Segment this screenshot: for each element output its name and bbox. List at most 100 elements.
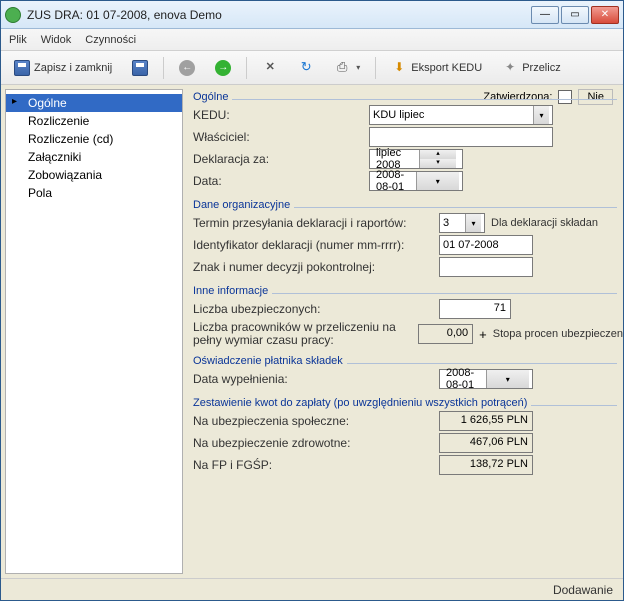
date-value: 2008-08-01: [373, 169, 416, 193]
liczba-ub-label: Liczba ubezpieczonych:: [193, 302, 433, 316]
ident-label: Identyfikator deklaracji (numer mm-rrrr)…: [193, 238, 433, 252]
data-wyp-value: 2008-08-01: [443, 367, 486, 391]
nav-label: Zobowiązania: [28, 168, 102, 182]
spin-down-icon[interactable]: ▾: [419, 159, 456, 168]
print-button[interactable]: ▾: [327, 56, 367, 80]
back-icon: [179, 60, 195, 76]
liczba-prac-note: Stopa procen ubezpieczen: [493, 328, 623, 340]
owner-field: [369, 127, 553, 147]
decl-for-field[interactable]: lipiec 2008 ▴▾: [369, 149, 463, 169]
ident-field[interactable]: [439, 235, 533, 255]
nav-label: Rozliczenie (cd): [28, 132, 113, 146]
separator: [246, 57, 247, 79]
date-field[interactable]: 2008-08-01 ▾: [369, 171, 463, 191]
calc-icon: [502, 60, 518, 76]
statusbar: Dodawanie: [1, 578, 623, 600]
na-fp-value: 138,72 PLN: [439, 455, 533, 475]
close-button[interactable]: ✕: [591, 6, 619, 24]
znak-label: Znak i numer decyzji pokontrolnej:: [193, 260, 433, 274]
liczba-prac-value: 0,00: [418, 324, 474, 344]
group-general: Ogólne: [193, 91, 232, 103]
znak-field[interactable]: [439, 257, 533, 277]
minimize-button[interactable]: —: [531, 6, 559, 24]
nav-item-ogolne[interactable]: ▸ Ogólne: [6, 94, 182, 112]
nav-item-zobowiazania[interactable]: Zobowiązania: [6, 166, 182, 184]
window-title: ZUS DRA: 01 07-2008, enova Demo: [27, 8, 531, 22]
titlebar: ZUS DRA: 01 07-2008, enova Demo — ▭ ✕: [1, 1, 623, 29]
data-wyp-field[interactable]: 2008-08-01 ▾: [439, 369, 533, 389]
nav-label: Pola: [28, 186, 52, 200]
menu-file[interactable]: Plik: [9, 34, 27, 46]
save-button[interactable]: [125, 56, 155, 80]
save-icon: [14, 60, 30, 76]
nav-item-rozliczenie-cd[interactable]: Rozliczenie (cd): [6, 130, 182, 148]
nav-tree[interactable]: ▸ Ogólne Rozliczenie Rozliczenie (cd) Za…: [5, 89, 183, 574]
separator: [375, 57, 376, 79]
menu-view[interactable]: Widok: [41, 34, 72, 46]
nav-label: Ogólne: [28, 96, 67, 110]
export-icon: [391, 60, 407, 76]
chevron-down-icon: ▾: [533, 106, 549, 124]
decl-for-value: lipiec 2008: [373, 147, 416, 171]
recalc-button[interactable]: Przelicz: [495, 56, 568, 80]
owner-label: Właściciel:: [193, 130, 363, 144]
save-close-label: Zapisz i zamknij: [34, 62, 112, 74]
kedu-value: KDU lipiec: [373, 109, 424, 121]
chevron-down-icon: ▾: [486, 370, 530, 388]
nav-item-pola[interactable]: Pola: [6, 184, 182, 202]
back-button[interactable]: [172, 56, 202, 80]
nav-label: Załączniki: [28, 150, 81, 164]
tree-toggle-icon[interactable]: ▸: [12, 97, 22, 107]
chevron-down-icon: ▾: [465, 214, 481, 232]
date-label: Data:: [193, 174, 363, 188]
refresh-icon: [298, 60, 314, 76]
forward-icon: [215, 60, 231, 76]
body: ▸ Ogólne Rozliczenie Rozliczenie (cd) Za…: [1, 85, 623, 578]
group-zest: Zestawienie kwot do zapłaty (po uwzględn…: [193, 397, 531, 409]
app-window: ZUS DRA: 01 07-2008, enova Demo — ▭ ✕ Pl…: [0, 0, 624, 601]
liczba-prac-label: Liczba pracowników w przeliczeniu na peł…: [193, 321, 412, 347]
chevron-down-icon: ▾: [416, 172, 460, 190]
menubar: Plik Widok Czynności: [1, 29, 623, 51]
refresh-button[interactable]: [291, 56, 321, 80]
print-icon: [334, 60, 350, 76]
na-zdrow-value: 467,06 PLN: [439, 433, 533, 453]
kedu-label: KEDU:: [193, 108, 363, 122]
separator: [163, 57, 164, 79]
forward-button[interactable]: [208, 56, 238, 80]
group-other: Inne informacje: [193, 285, 272, 297]
na-zdrow-label: Na ubezpieczenie zdrowotne:: [193, 436, 433, 450]
kedu-combo[interactable]: KDU lipiec ▾: [369, 105, 553, 125]
termin-label: Termin przesyłania deklaracji i raportów…: [193, 216, 433, 230]
menu-actions[interactable]: Czynności: [85, 34, 136, 46]
tools-icon: [262, 60, 278, 76]
nav-label: Rozliczenie: [28, 114, 89, 128]
termin-note: Dla deklaracji składan: [491, 217, 598, 229]
export-kedu-button[interactable]: Eksport KEDU: [384, 56, 489, 80]
maximize-button[interactable]: ▭: [561, 6, 589, 24]
tools-button[interactable]: [255, 56, 285, 80]
save-icon: [132, 60, 148, 76]
termin-value: 3: [443, 217, 449, 229]
termin-combo[interactable]: 3 ▾: [439, 213, 485, 233]
data-wyp-label: Data wypełnienia:: [193, 372, 433, 386]
nav-item-zalaczniki[interactable]: Załączniki: [6, 148, 182, 166]
chevron-down-icon: ▾: [356, 63, 360, 72]
app-icon: [5, 7, 21, 23]
na-spol-label: Na ubezpieczenia społeczne:: [193, 414, 433, 428]
group-org: Dane organizacyjne: [193, 199, 294, 211]
nav-item-rozliczenie[interactable]: Rozliczenie: [6, 112, 182, 130]
spin-up-icon[interactable]: ▴: [419, 150, 456, 159]
form-panel: Zatwierdzona: Nie Ogólne KEDU: KDU lipie…: [183, 85, 623, 578]
na-fp-label: Na FP i FGŚP:: [193, 458, 433, 472]
plus-icon[interactable]: +: [479, 327, 487, 342]
status-mode: Dodawanie: [553, 583, 613, 597]
export-kedu-label: Eksport KEDU: [411, 62, 482, 74]
recalc-label: Przelicz: [522, 62, 561, 74]
group-osw: Oświadczenie płatnika składek: [193, 355, 347, 367]
liczba-ub-value[interactable]: 71: [439, 299, 511, 319]
na-spol-value: 1 626,55 PLN: [439, 411, 533, 431]
save-close-button[interactable]: Zapisz i zamknij: [7, 56, 119, 80]
toolbar: Zapisz i zamknij ▾ Eksport KEDU Przelicz: [1, 51, 623, 85]
decl-for-label: Deklaracja za:: [193, 152, 363, 166]
